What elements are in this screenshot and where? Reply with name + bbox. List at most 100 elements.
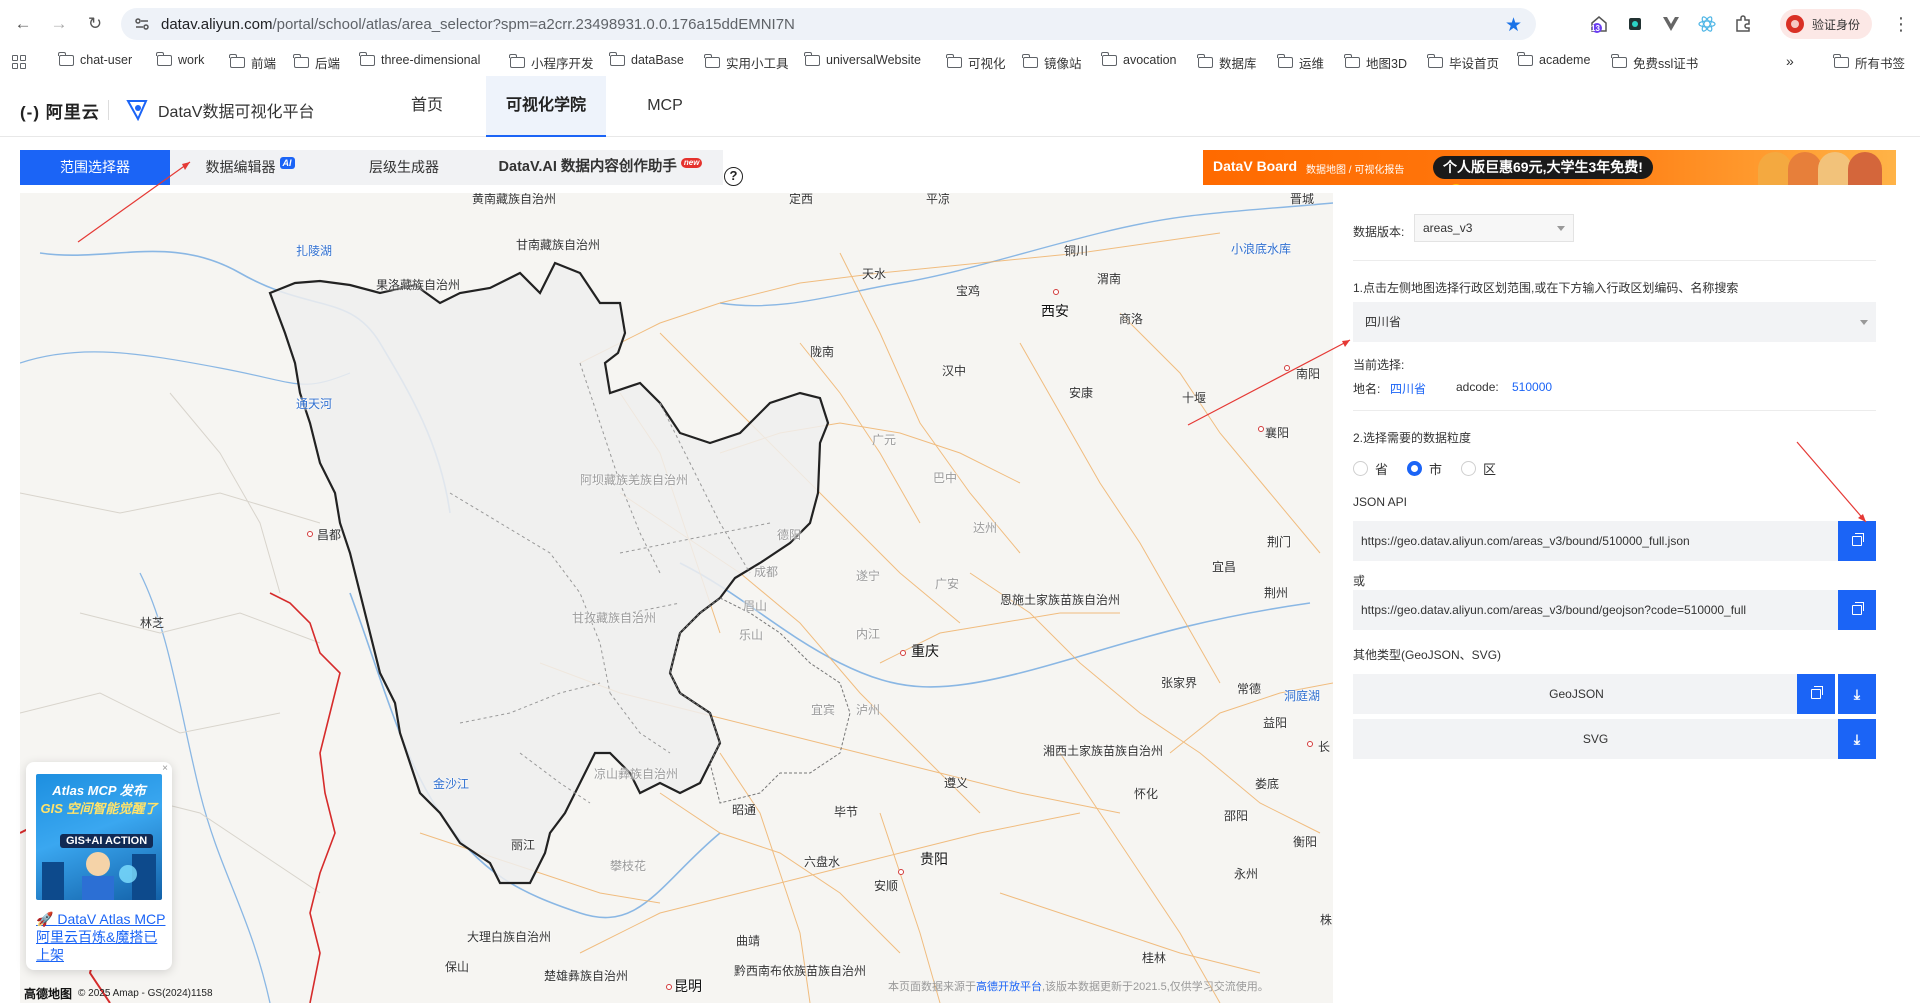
map-label: 怀化 [1134, 787, 1159, 801]
folder-icon [1344, 54, 1360, 68]
bookmark-item[interactable]: 地图3D [1344, 53, 1407, 72]
bookmark-item[interactable]: chat-user [58, 51, 132, 67]
copy-api2-button[interactable] [1838, 590, 1876, 630]
banner-offer: 个人版巨惠69元,大学生3年免费! [1433, 156, 1653, 185]
apps-icon[interactable] [12, 55, 26, 69]
version-label: 数据版本: [1353, 225, 1405, 239]
help-icon[interactable]: ? [724, 167, 743, 186]
reload-icon[interactable]: ↻ [82, 11, 108, 37]
bookmark-item[interactable]: 数据库 [1197, 53, 1257, 72]
region-select[interactable]: 四川省 [1353, 302, 1876, 342]
aliyun-logo[interactable]: (-) 阿里云 [20, 98, 100, 123]
api-url-field-2[interactable]: https://geo.datav.aliyun.com/areas_v3/bo… [1353, 590, 1838, 630]
bookmark-item[interactable]: 免费ssl证书 [1611, 53, 1698, 72]
bookmark-item[interactable]: 镜像站 [1022, 53, 1082, 72]
map-label: 成都 [754, 565, 779, 579]
more-menu-icon[interactable]: ⋮ [1892, 14, 1910, 35]
geojson-button[interactable]: GeoJSON [1353, 674, 1800, 714]
character-figure [1818, 152, 1852, 185]
extension-home-icon[interactable]: 13 [1588, 13, 1610, 35]
extensions-puzzle-icon[interactable] [1732, 13, 1754, 35]
bookmark-item[interactable]: dataBase [609, 51, 684, 67]
bookmarks-overflow-button[interactable]: » [1786, 53, 1794, 69]
map-label: 衡阳 [1293, 835, 1318, 849]
copy-icon [1852, 533, 1864, 546]
forward-icon[interactable]: → [46, 11, 72, 37]
version-select[interactable]: areas_v3 [1414, 214, 1574, 242]
bookmarks-bar: chat-user work 前端 后端 three-dimensional 小… [0, 48, 1920, 76]
bookmark-item[interactable]: work [156, 51, 204, 67]
extension-react-icon[interactable] [1696, 13, 1718, 35]
bookmark-star-icon[interactable]: ★ [1505, 14, 1522, 37]
logo-divider [108, 100, 109, 120]
map-label: 荆州 [1264, 586, 1289, 600]
map-label: 丽江 [511, 838, 536, 852]
copy-api1-button[interactable] [1838, 521, 1876, 561]
bookmark-item[interactable]: 前端 [229, 53, 276, 72]
map-label: 黔西南布依族苗族自治州 [734, 964, 867, 978]
close-icon[interactable]: × [162, 763, 168, 774]
radio-district[interactable]: 区 [1461, 459, 1496, 478]
folder-icon [229, 54, 245, 68]
map-canvas[interactable]: 黄南藏族自治州 甘南藏族自治州 果洛藏族自治州 扎陵湖 通天河 昌都 林芝 金沙… [20, 193, 1333, 1003]
folder-icon [359, 51, 375, 66]
bookmark-item[interactable]: 实用小工具 [704, 53, 789, 72]
tab-area-selector[interactable]: 范围选择器 [20, 150, 170, 185]
banner-sub: 数据地图 / 可视化报告 [1306, 165, 1405, 176]
map-label: 恩施土家族苗族自治州 [1000, 593, 1121, 607]
promo-link[interactable]: 🚀 DataV Atlas MCP 阿里云百炼&魔搭已上架 [36, 910, 166, 964]
map-label: 天水 [862, 267, 887, 281]
tab-level-generator[interactable]: 层级生成器 [330, 150, 478, 185]
map-label: 荆门 [1267, 535, 1292, 549]
back-icon[interactable]: ← [10, 11, 36, 37]
map-label: 商洛 [1119, 312, 1144, 326]
download-svg-button[interactable]: ⤓ [1838, 719, 1876, 759]
nav-academy[interactable]: 可视化学院 [486, 76, 606, 137]
folder-icon [1022, 54, 1038, 68]
city-marker [666, 984, 672, 990]
api-url-field-1[interactable]: https://geo.datav.aliyun.com/areas_v3/bo… [1353, 521, 1838, 561]
all-bookmarks-button[interactable]: 所有书签 [1833, 53, 1905, 72]
city-marker [1053, 289, 1059, 295]
current-selection-label: 当前选择: [1353, 358, 1405, 372]
adcode-label: adcode: [1456, 380, 1499, 394]
tab-datav-ai[interactable]: DataV.AI 数据内容创作助手 new [478, 150, 723, 185]
name-label: 地名: [1353, 382, 1381, 396]
map-label: 益阳 [1263, 716, 1288, 730]
map-label: 平凉 [926, 193, 951, 206]
radio-circle [1407, 461, 1422, 476]
svg-button[interactable]: SVG [1353, 719, 1838, 759]
bookmark-item[interactable]: 小程序开发 [509, 53, 594, 72]
data-source-link[interactable]: 高德开放平台 [976, 981, 1042, 993]
promo-illustration [42, 852, 156, 900]
promo-image-subtitle: GIS 空间智能觉醒了 [40, 801, 158, 816]
bookmark-item[interactable]: 后端 [293, 53, 340, 72]
datav-logo[interactable]: DataV数据可视化平台 [126, 98, 314, 122]
nav-home[interactable]: 首页 [386, 76, 468, 137]
radio-city[interactable]: 市 [1407, 459, 1442, 478]
promo-image[interactable]: Atlas MCP 发布 GIS 空间智能觉醒了 GIS+AI ACTION [36, 774, 162, 900]
download-geojson-button[interactable]: ⤓ [1838, 674, 1876, 714]
bookmark-item[interactable]: three-dimensional [359, 51, 480, 67]
bookmark-item[interactable]: 毕设首页 [1427, 53, 1499, 72]
bookmark-item[interactable]: 可视化 [946, 53, 1006, 72]
nav-mcp[interactable]: MCP [624, 76, 706, 137]
bookmark-item[interactable]: 运维 [1277, 53, 1324, 72]
bookmark-item[interactable]: avocation [1101, 51, 1177, 67]
radio-circle [1461, 461, 1476, 476]
folder-icon [1277, 54, 1293, 68]
site-info-icon[interactable] [133, 15, 151, 33]
bookmark-item[interactable]: universalWebsite [804, 51, 921, 67]
city-marker [1284, 365, 1290, 371]
bookmark-item[interactable]: academe [1517, 51, 1590, 67]
radio-province[interactable]: 省 [1353, 459, 1388, 478]
extension-vue-icon[interactable] [1660, 13, 1682, 35]
tab-data-editor[interactable]: 数据编辑器 AI [170, 150, 330, 185]
copy-geojson-button[interactable] [1797, 674, 1835, 714]
datav-board-banner[interactable]: DataV Board 数据地图 / 可视化报告 个人版巨惠69元,大学生3年免… [1203, 150, 1896, 185]
promo-image-title: Atlas MCP 发布 [52, 783, 146, 798]
extension-chip-icon[interactable] [1624, 13, 1646, 35]
map-label: 定西 [789, 193, 814, 206]
profile-button[interactable]: 验证身份 [1780, 9, 1872, 39]
address-bar[interactable]: datav.aliyun.com/portal/school/atlas/are… [121, 8, 1536, 40]
